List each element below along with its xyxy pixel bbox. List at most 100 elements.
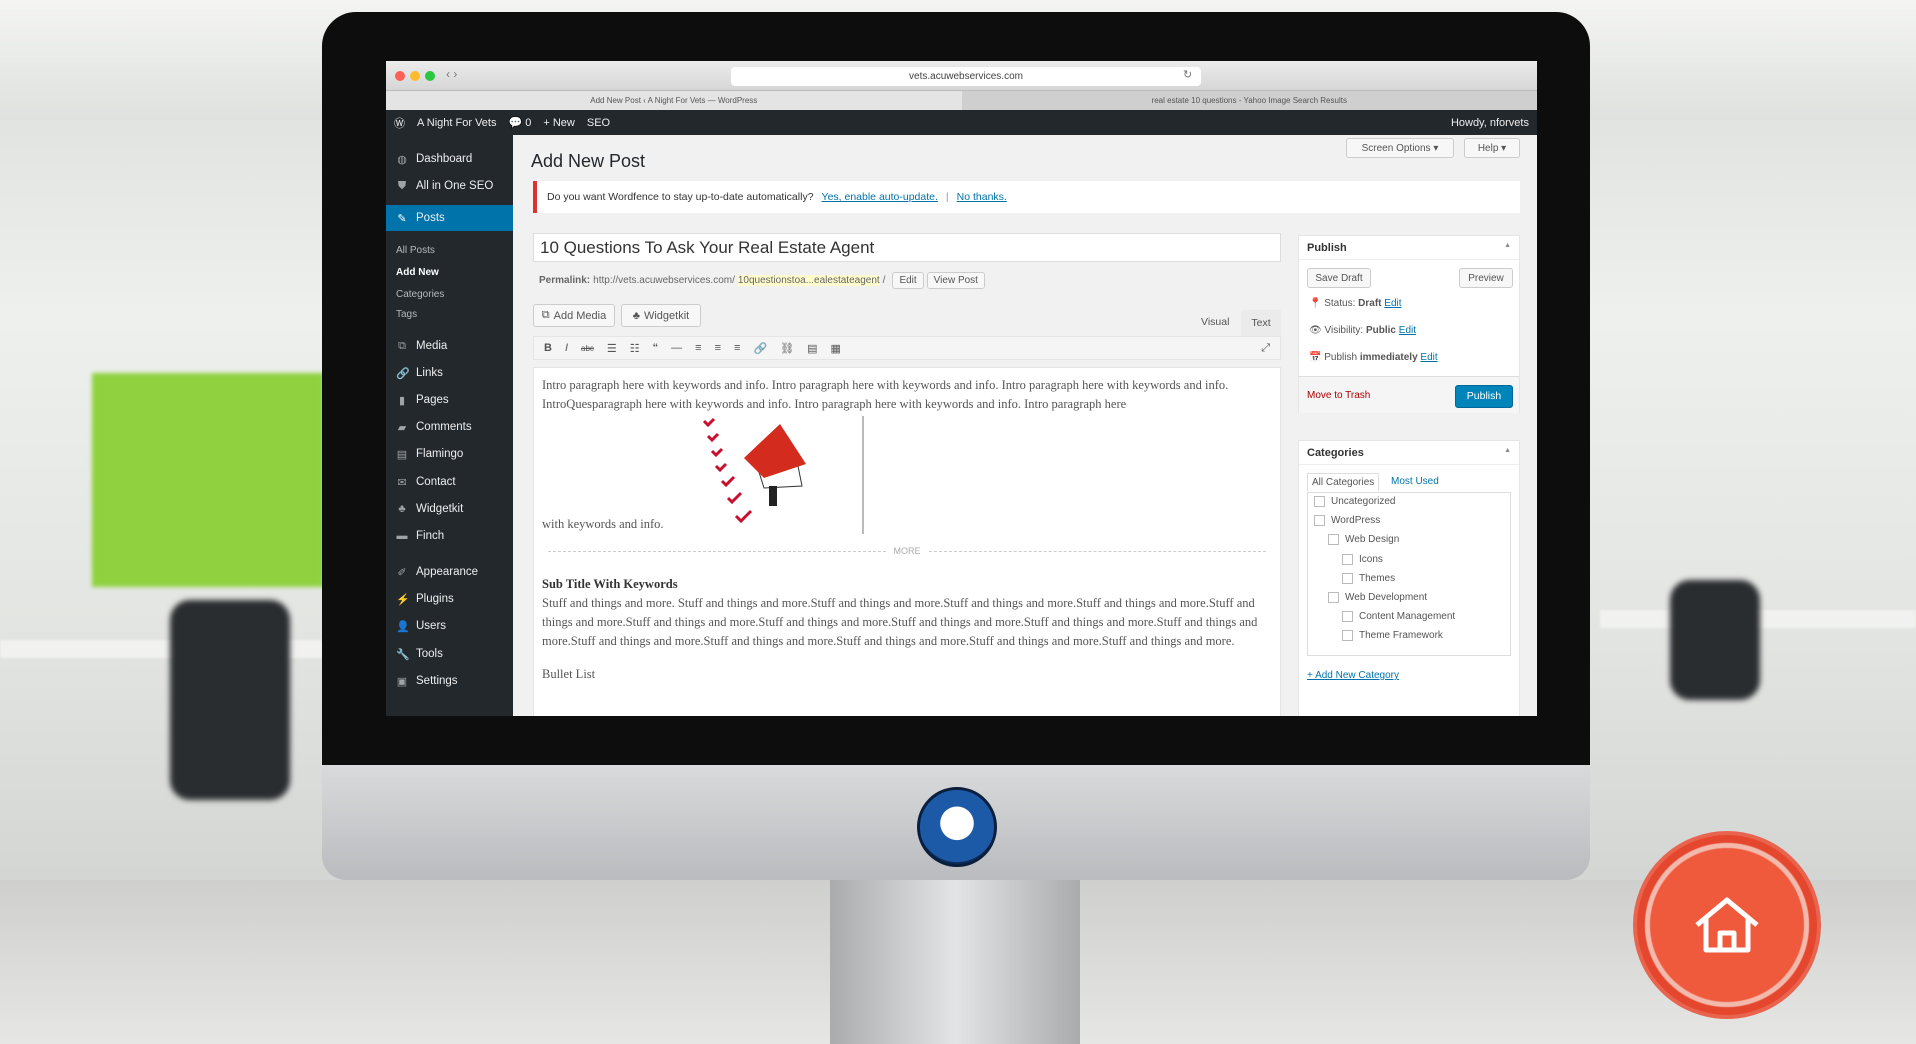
checkbox[interactable] (1342, 611, 1353, 623)
save-draft-button[interactable]: Save Draft (1307, 268, 1371, 288)
sidebar-item-users[interactable]: 👤 Users (386, 615, 513, 637)
howdy-user[interactable]: Howdy, nforvets (1451, 117, 1529, 129)
permalink-slug[interactable]: 10questionstoa...ealestateagent (737, 275, 880, 286)
sidebar-item-plugins[interactable]: ⚡ Plugins (386, 588, 513, 610)
edit-visibility-link[interactable]: Edit (1399, 325, 1416, 336)
close-button[interactable] (395, 71, 405, 81)
checkbox[interactable] (1342, 630, 1353, 642)
sidebar-item-comments[interactable]: ▰ Comments (386, 416, 513, 438)
page-title: Add New Post (531, 151, 646, 171)
site-name-link[interactable]: A Night For Vets (417, 117, 496, 129)
category-checklist: Uncategorized WordPress Web Design Icons The… (1307, 492, 1511, 656)
submenu-add-new[interactable]: Add New (396, 267, 439, 278)
add-new-category-link[interactable]: + Add New Category (1307, 670, 1399, 681)
widgetkit-button[interactable]: ♣ Widgetkit (621, 304, 701, 327)
tab-wordpress[interactable]: Add New Post ‹ A Night For Vets — WordPr… (386, 91, 962, 110)
back-icon[interactable]: ‹ › (446, 67, 457, 81)
tab-yahoo[interactable]: real estate 10 questions - Yahoo Image S… (962, 91, 1538, 110)
category-web-design[interactable]: Web Design (1328, 534, 1399, 546)
pages-icon: ▮ (398, 394, 406, 407)
maximize-button[interactable] (425, 71, 435, 81)
category-uncategorized[interactable]: Uncategorized (1314, 496, 1395, 507)
fullscreen-icon[interactable]: ⤢ (1261, 342, 1270, 355)
calendar-icon: 📅 (1309, 352, 1322, 363)
submenu-tags[interactable]: Tags (396, 309, 417, 320)
sidebar-item-posts[interactable]: ✎ Posts (386, 205, 513, 231)
help-button[interactable]: Help ▾ (1464, 138, 1520, 158)
toolbar-toggle-icon[interactable]: ▦ (831, 342, 841, 355)
edit-schedule-link[interactable]: Edit (1420, 352, 1437, 363)
view-post-button[interactable]: View Post (926, 272, 985, 289)
minimize-button[interactable] (410, 71, 420, 81)
status-value: Draft (1358, 298, 1382, 309)
sidebar-item-tools[interactable]: 🔧 Tools (386, 643, 513, 665)
checkbox[interactable] (1314, 515, 1325, 527)
sidebar-item-pages[interactable]: ▮ Pages (386, 389, 513, 411)
reload-icon[interactable]: ↻ (1183, 68, 1192, 81)
publish-header[interactable]: Publish ▲ (1299, 236, 1519, 260)
tab-text[interactable]: Text (1241, 310, 1281, 336)
strikethrough-icon[interactable]: abc (581, 344, 594, 353)
url-bar[interactable]: vets.acuwebservices.com (731, 67, 1201, 86)
tab-all-categories[interactable]: All Categories (1307, 473, 1380, 491)
sidebar-item-links[interactable]: 🔗 Links (386, 362, 513, 384)
category-theme-framework[interactable]: Theme Framework (1342, 630, 1443, 642)
enable-auto-update-link[interactable]: Yes, enable auto-update. (822, 191, 938, 203)
house-checklist-image[interactable] (684, 416, 864, 534)
seo-link[interactable]: SEO (587, 117, 610, 129)
home-button[interactable] (1633, 831, 1821, 1019)
read-more-icon[interactable]: ▤ (807, 342, 817, 355)
category-web-development[interactable]: Web Development (1328, 592, 1427, 603)
sidebar-item-appearance[interactable]: ✐ Appearance (386, 561, 513, 583)
add-media-button[interactable]: ⧉ Add Media (533, 304, 615, 327)
collapse-icon[interactable]: ▲ (1504, 447, 1511, 458)
checkbox[interactable] (1328, 592, 1339, 603)
edit-status-link[interactable]: Edit (1384, 298, 1401, 309)
tab-visual[interactable]: Visual (1201, 316, 1229, 328)
screen-options-button[interactable]: Screen Options ▾ (1346, 138, 1454, 158)
align-right-icon[interactable]: ≡ (734, 342, 740, 354)
comments-link[interactable]: 💬 0 (508, 116, 531, 129)
checkbox[interactable] (1342, 553, 1353, 565)
category-themes[interactable]: Themes (1342, 572, 1395, 584)
sidebar-item-finch[interactable]: ▬ Finch (386, 525, 513, 547)
sidebar-item-flamingo[interactable]: ▤ Flamingo (386, 443, 513, 465)
submenu-categories[interactable]: Categories (396, 289, 444, 300)
move-to-trash-link[interactable]: Move to Trash (1307, 390, 1370, 401)
post-title-input[interactable]: 10 Questions To Ask Your Real Estate Age… (533, 233, 1281, 262)
category-icons[interactable]: Icons (1342, 553, 1383, 565)
categories-header[interactable]: Categories ▲ (1299, 441, 1519, 465)
editor-content[interactable]: Intro paragraph here with keywords and i… (533, 367, 1281, 716)
sidebar-item-widgetkit[interactable]: ♣ Widgetkit (386, 498, 513, 520)
sidebar-item-dashboard[interactable]: ◍ Dashboard (386, 148, 513, 170)
blockquote-icon[interactable]: “ (653, 342, 659, 354)
tab-most-used[interactable]: Most Used (1391, 476, 1439, 487)
sidebar-item-contact[interactable]: ✉ Contact (386, 471, 513, 493)
sidebar-item-settings[interactable]: ▣ Settings (386, 670, 513, 692)
link-icon[interactable]: 🔗 (753, 342, 767, 355)
checkbox[interactable] (1314, 496, 1325, 507)
submenu-all-posts[interactable]: All Posts (396, 245, 435, 256)
italic-icon[interactable]: I (565, 342, 568, 354)
no-thanks-link[interactable]: No thanks. (957, 191, 1007, 203)
checkbox[interactable] (1328, 534, 1339, 546)
wordpress-logo-icon[interactable]: Ⓦ (394, 115, 405, 131)
category-wordpress[interactable]: WordPress (1314, 515, 1380, 527)
eye-icon: 👁 (1309, 325, 1322, 336)
bullet-list-icon[interactable]: ☰ (607, 342, 617, 355)
sidebar-item-all-in-one-seo[interactable]: ⛊ All in One SEO (386, 175, 513, 197)
unlink-icon[interactable]: ⛓ (780, 342, 794, 355)
new-link[interactable]: + New (543, 117, 575, 129)
preview-button[interactable]: Preview (1459, 268, 1513, 288)
publish-button[interactable]: Publish (1455, 385, 1513, 408)
align-left-icon[interactable]: ≡ (695, 342, 701, 354)
checkbox[interactable] (1342, 572, 1353, 584)
collapse-icon[interactable]: ▲ (1504, 242, 1511, 253)
align-center-icon[interactable]: ≡ (715, 342, 721, 354)
bold-icon[interactable]: B (544, 342, 552, 354)
horizontal-rule-icon[interactable]: — (671, 342, 682, 354)
numbered-list-icon[interactable]: ☷ (630, 342, 640, 355)
category-content-management[interactable]: Content Management (1342, 611, 1455, 623)
sidebar-item-media[interactable]: ⧉ Media (386, 335, 513, 357)
edit-permalink-button[interactable]: Edit (892, 272, 924, 289)
